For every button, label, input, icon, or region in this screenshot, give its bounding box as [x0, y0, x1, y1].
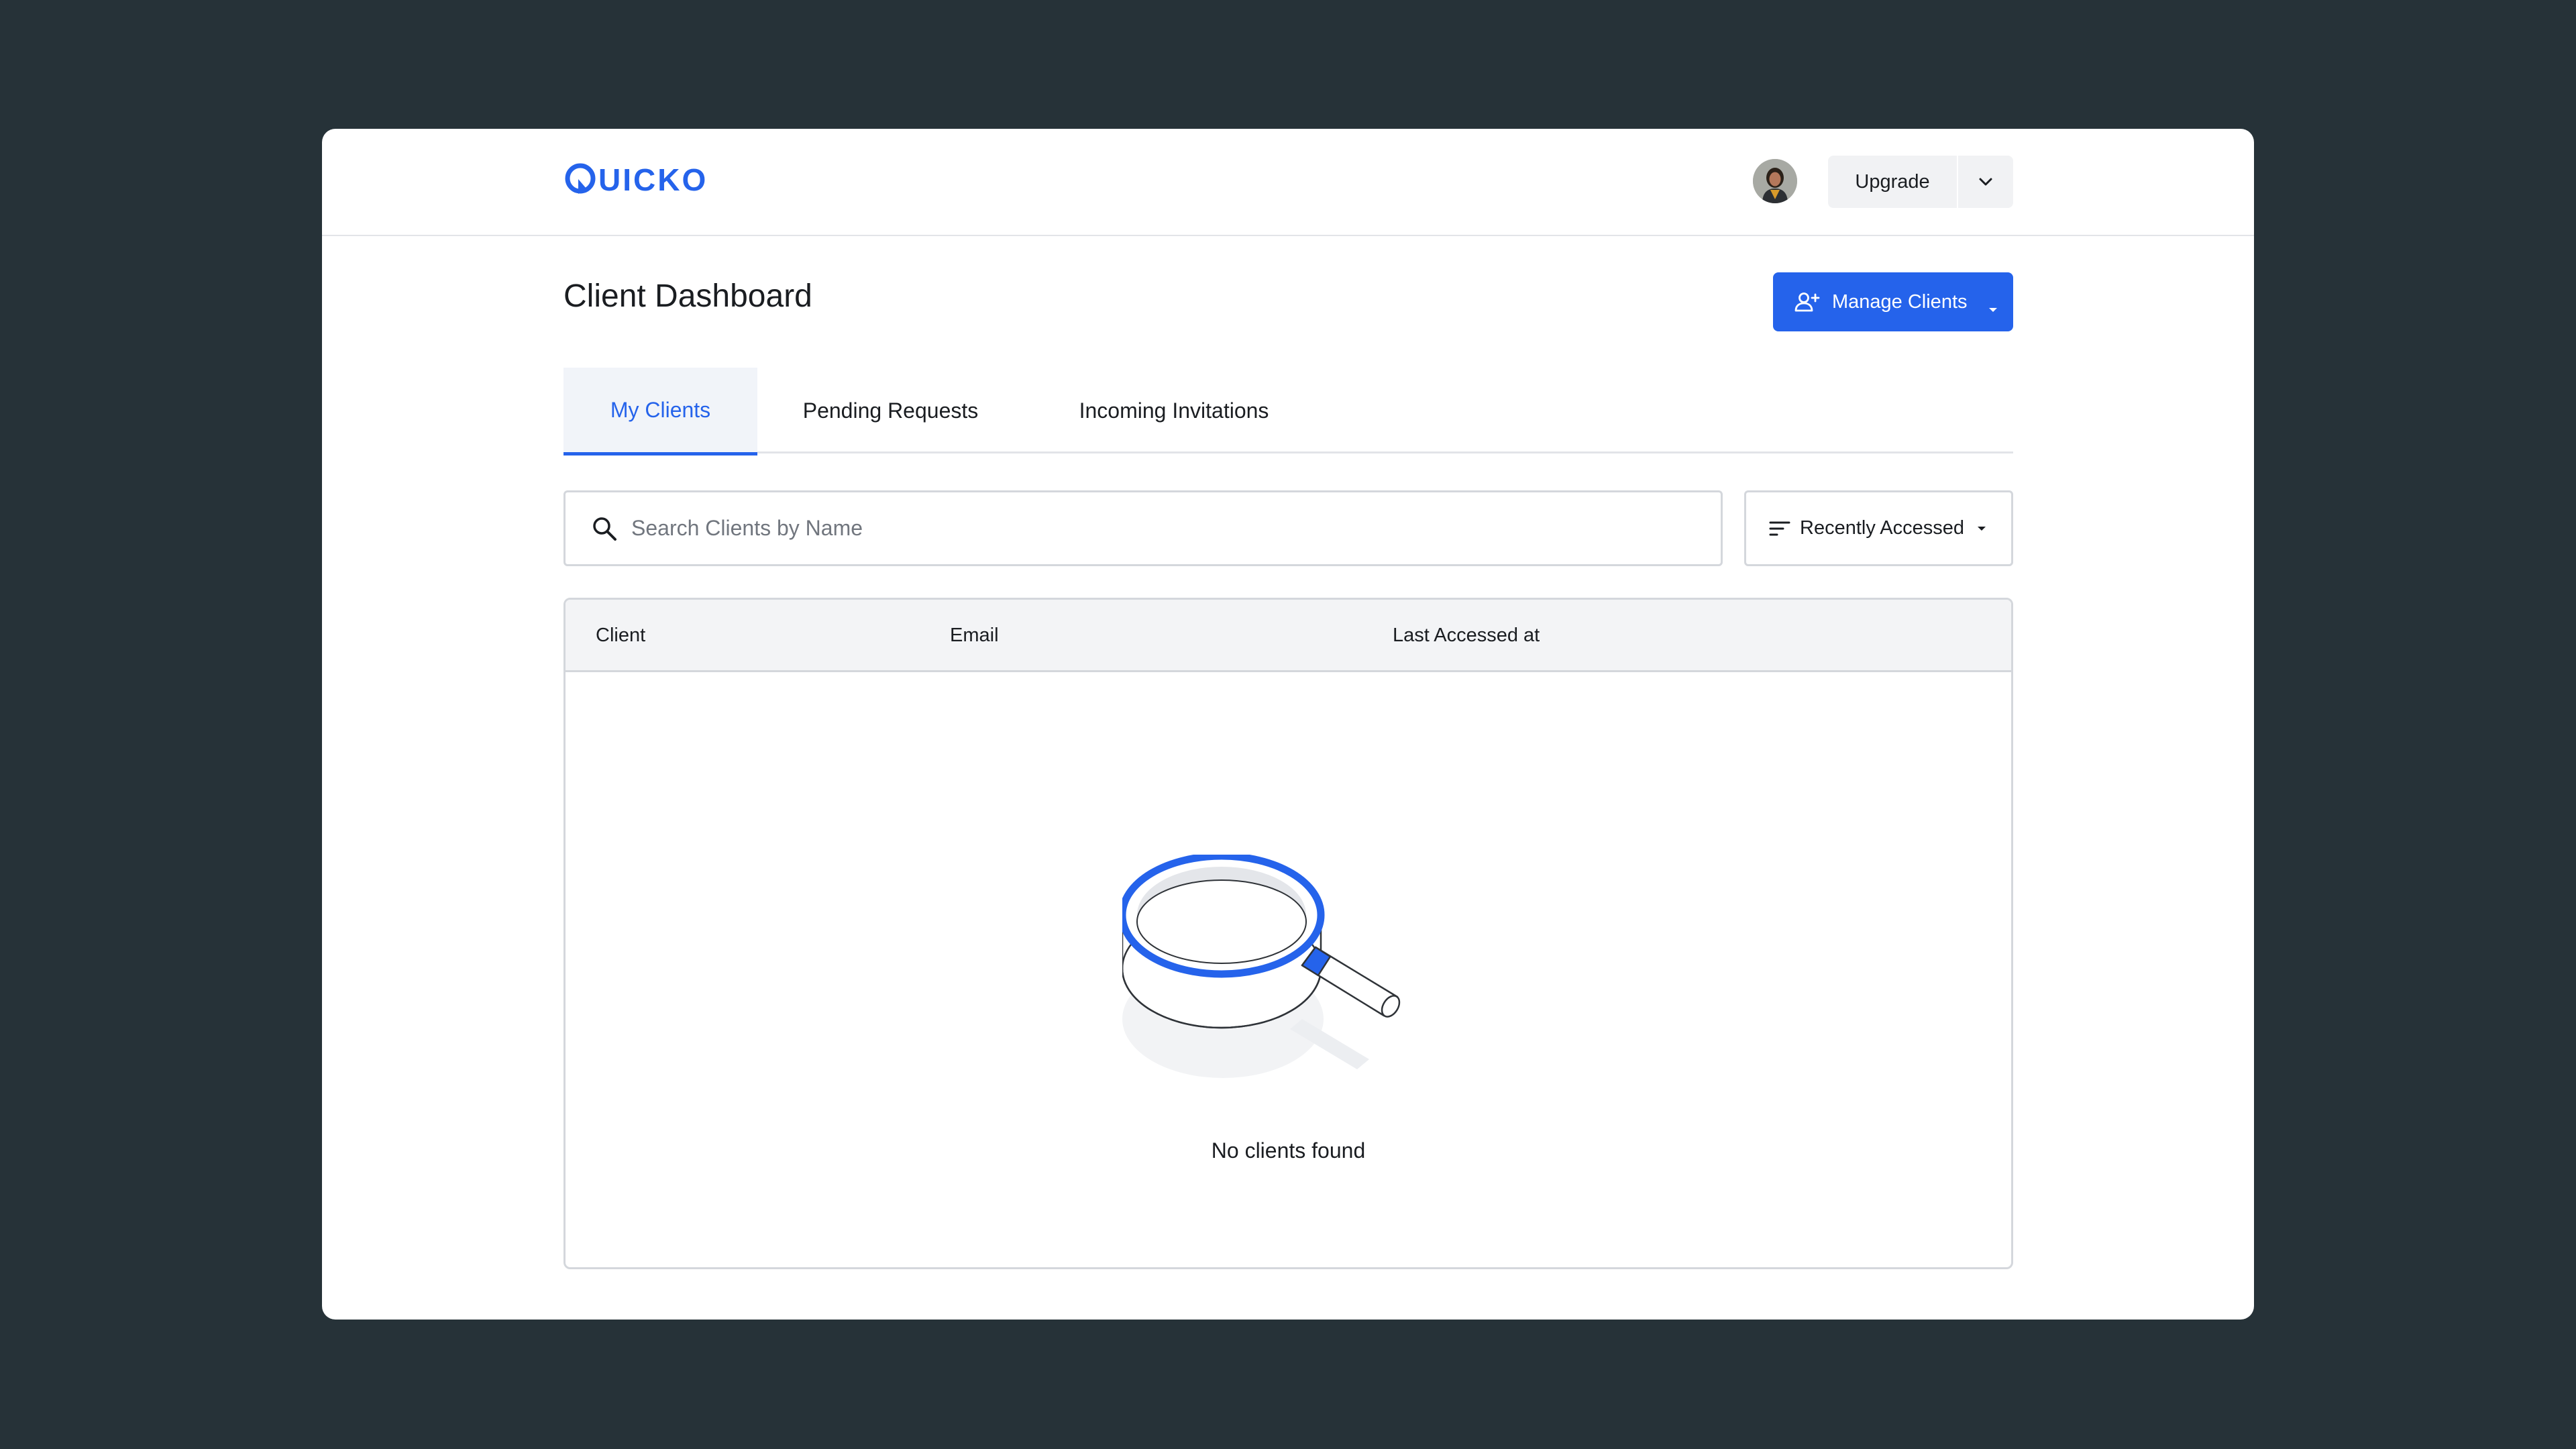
tab-incoming-invitations[interactable]: Incoming Invitations: [1024, 368, 1324, 453]
column-header-last-accessed[interactable]: Last Accessed at: [1393, 625, 1540, 647]
empty-state-message: No clients found: [1211, 1138, 1366, 1163]
sort-label: Recently Accessed: [1800, 517, 1965, 539]
upgrade-menu-button[interactable]: [1958, 156, 2013, 208]
clients-table: Client Email Last Accessed at No clients…: [564, 598, 2013, 1269]
manage-clients-button[interactable]: Manage Clients: [1773, 272, 2013, 331]
sort-dropdown[interactable]: Recently Accessed: [1744, 490, 2013, 566]
search-box: [564, 490, 1723, 566]
tab-my-clients[interactable]: My Clients: [564, 368, 757, 455]
tab-pending-requests[interactable]: Pending Requests: [757, 368, 1024, 453]
search-input[interactable]: [631, 516, 1638, 541]
manage-clients-label: Manage Clients: [1832, 290, 1968, 313]
column-header-email[interactable]: Email: [950, 625, 999, 647]
upgrade-button-group: Upgrade: [1828, 156, 2013, 208]
logo[interactable]: UICKO: [564, 160, 708, 200]
caret-down-icon: [1976, 525, 1987, 532]
avatar[interactable]: [1753, 159, 1797, 203]
sort-lines-icon: [1769, 520, 1790, 537]
chevron-down-icon: [1979, 178, 1992, 186]
page-title: Client Dashboard: [564, 278, 812, 314]
app-window: UICKO Upgrade Client Dashboard Manage Cl…: [322, 129, 2254, 1320]
table-header: Client Email Last Accessed at: [566, 600, 2011, 672]
search-icon: [591, 515, 618, 542]
user-avatar: [1753, 159, 1797, 203]
client-tabs: My Clients Pending Requests Incoming Inv…: [564, 368, 2013, 455]
magnifying-glass-illustration: [1118, 852, 1417, 1086]
column-header-client[interactable]: Client: [596, 625, 645, 647]
top-bar: UICKO Upgrade: [322, 129, 2254, 236]
logo-text: UICKO: [598, 162, 708, 197]
upgrade-button[interactable]: Upgrade: [1828, 156, 1957, 208]
quicko-q-icon: [565, 163, 596, 194]
add-user-icon: [1794, 291, 1820, 313]
caret-down-icon[interactable]: [1988, 297, 1998, 319]
